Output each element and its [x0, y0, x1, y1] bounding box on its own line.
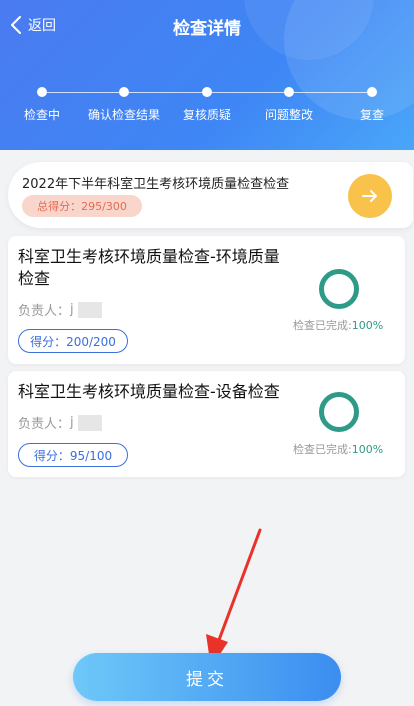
completion-percent: 100% [351, 443, 384, 456]
step-label: 检查中 [23, 108, 61, 122]
step-dot [283, 87, 294, 97]
step-dot [36, 87, 47, 97]
inspection-summary-card[interactable]: 2022年下半年科室卫生考核环境质量检查检查 总得分：295/300 [8, 162, 413, 228]
item-title: 科室卫生考核环境质量检查-环境质量检查 [18, 247, 280, 288]
arrow-right-icon [362, 190, 377, 202]
step-item: 复核质疑 [183, 87, 231, 123]
owner-row: 负责人： j [18, 413, 102, 432]
step-label: 问题整改 [264, 108, 314, 122]
step-item: 复查 [360, 87, 384, 123]
step-dot [118, 87, 129, 97]
go-button[interactable] [348, 174, 392, 218]
owner-initial: j [70, 302, 74, 317]
step-label: 复查 [359, 108, 385, 122]
redacted-name [77, 301, 102, 318]
step-dot [201, 87, 212, 97]
inspection-item-card[interactable]: 科室卫生考核环境质量检查-设备检查 负责人： j 得分：95/100 检查已完成… [8, 371, 405, 477]
step-item: 确认检查结果 [88, 87, 160, 123]
step-dot [366, 87, 377, 97]
item-score-badge: 得分：95/100 [18, 443, 128, 467]
owner-label: 负责人： [18, 304, 71, 319]
header-banner: 返回 检查详情 检查中 确认检查结果 复核质疑 问题整改 复查 [0, 0, 414, 150]
redacted-name [77, 414, 102, 431]
inspection-item-card[interactable]: 科室卫生考核环境质量检查-环境质量检查 负责人： j 得分：200/200 检查… [8, 236, 405, 364]
completion-label: 检查已完成: [293, 319, 352, 332]
completion-percent: 100% [351, 319, 384, 332]
step-label: 复核质疑 [182, 108, 232, 122]
item-score-badge: 得分：200/200 [18, 329, 128, 353]
progress-ring-icon [319, 269, 359, 309]
item-title: 科室卫生考核环境质量检查-设备检查 [18, 382, 280, 401]
progress-ring-icon [319, 392, 359, 432]
submit-button[interactable]: 提交 [73, 653, 341, 701]
step-item: 问题整改 [265, 87, 313, 123]
inspection-name: 2022年下半年科室卫生考核环境质量检查检查 [22, 177, 290, 192]
owner-label: 负责人： [18, 417, 71, 432]
page-title: 检查详情 [173, 19, 241, 39]
owner-row: 负责人： j [18, 300, 102, 319]
step-item: 检查中 [24, 87, 60, 123]
completion-status: 检查已完成:100% [293, 317, 383, 333]
step-label: 确认检查结果 [87, 108, 161, 122]
completion-label: 检查已完成: [293, 443, 352, 456]
owner-initial: j [70, 415, 74, 430]
progress-steps: 检查中 确认检查结果 复核质疑 问题整改 复查 [0, 84, 414, 124]
total-score-badge: 总得分：295/300 [22, 195, 142, 217]
completion-status: 检查已完成:100% [293, 441, 383, 457]
